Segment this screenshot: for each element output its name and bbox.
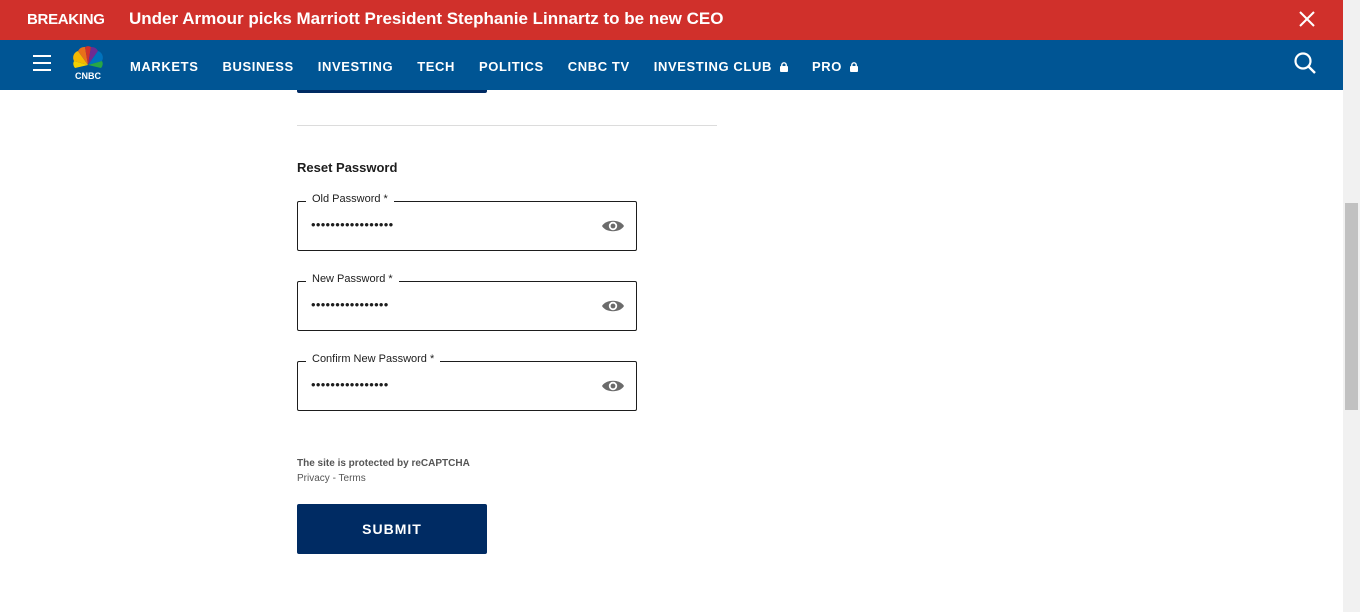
link-separator: - (329, 473, 339, 484)
previous-button-edge[interactable] (297, 90, 487, 93)
confirm-password-input[interactable]: •••••••••••••••• (311, 377, 581, 392)
new-password-input[interactable]: •••••••••••••••• (311, 297, 581, 312)
breaking-news-banner: BREAKING Under Armour picks Marriott Pre… (0, 0, 1343, 40)
nav-item-markets[interactable]: MARKETS (130, 59, 198, 74)
terms-link[interactable]: Terms (339, 473, 366, 484)
lock-icon (779, 61, 788, 72)
scrollbar[interactable] (1343, 0, 1360, 612)
nav-item-label: TECH (417, 59, 456, 74)
hamburger-menu-icon[interactable] (33, 55, 51, 71)
confirm-password-field[interactable]: Confirm New Password * •••••••••••••••• (297, 353, 637, 411)
nav-item-label: PRO (811, 59, 842, 74)
submit-button[interactable]: SUBMIT (297, 504, 487, 554)
nav-item-label: BUSINESS (222, 59, 294, 74)
new-password-label: New Password * (306, 273, 399, 285)
show-password-eye-icon[interactable] (601, 297, 625, 315)
old-password-field[interactable]: Old Password * ••••••••••••••••• (297, 193, 637, 251)
nav-item-pro[interactable]: PRO (812, 59, 858, 74)
close-icon[interactable] (1296, 8, 1318, 30)
confirm-password-label: Confirm New Password * (306, 353, 441, 365)
nav-item-investing-club[interactable]: INVESTING CLUB (654, 59, 788, 74)
privacy-link[interactable]: Privacy (297, 473, 330, 484)
nav-menu: MARKETS BUSINESS INVESTING TECH POLITICS CNBC… (130, 59, 882, 74)
main-navigation: CNBC MARKETS BUSINESS INVESTING TECH POLITIC… (0, 40, 1343, 90)
nav-item-business[interactable]: BUSINESS (222, 59, 293, 74)
nav-item-investing[interactable]: INVESTING (318, 59, 393, 74)
nav-item-tech[interactable]: TECH (417, 59, 455, 74)
breaking-tag: BREAKING (27, 11, 105, 28)
nav-item-label: POLITICS (479, 59, 544, 74)
nav-item-label: MARKETS (130, 59, 199, 74)
breaking-headline[interactable]: Under Armour picks Marriott President St… (129, 9, 723, 29)
nav-item-label: INVESTING (317, 59, 394, 74)
search-icon[interactable] (1293, 51, 1317, 75)
scrollbar-thumb[interactable] (1345, 203, 1358, 410)
logo-text: CNBC (75, 71, 101, 81)
show-password-eye-icon[interactable] (601, 217, 625, 235)
lock-icon (849, 61, 858, 72)
new-password-field[interactable]: New Password * •••••••••••••••• (297, 273, 637, 331)
nav-item-label: CNBC TV (567, 59, 630, 74)
old-password-input[interactable]: ••••••••••••••••• (311, 217, 581, 232)
nav-item-politics[interactable]: POLITICS (479, 59, 544, 74)
old-password-label: Old Password * (306, 193, 394, 205)
section-divider (297, 125, 717, 126)
nav-item-label: INVESTING CLUB (653, 59, 772, 74)
nav-item-cnbc-tv[interactable]: CNBC TV (568, 59, 630, 74)
reset-password-title: Reset Password (297, 160, 398, 175)
recaptcha-text: The site is protected by reCAPTCHA (297, 458, 470, 469)
cnbc-logo[interactable]: CNBC (66, 45, 110, 81)
show-password-eye-icon[interactable] (601, 377, 625, 395)
recaptcha-notice: The site is protected by reCAPTCHA Priva… (297, 456, 470, 486)
